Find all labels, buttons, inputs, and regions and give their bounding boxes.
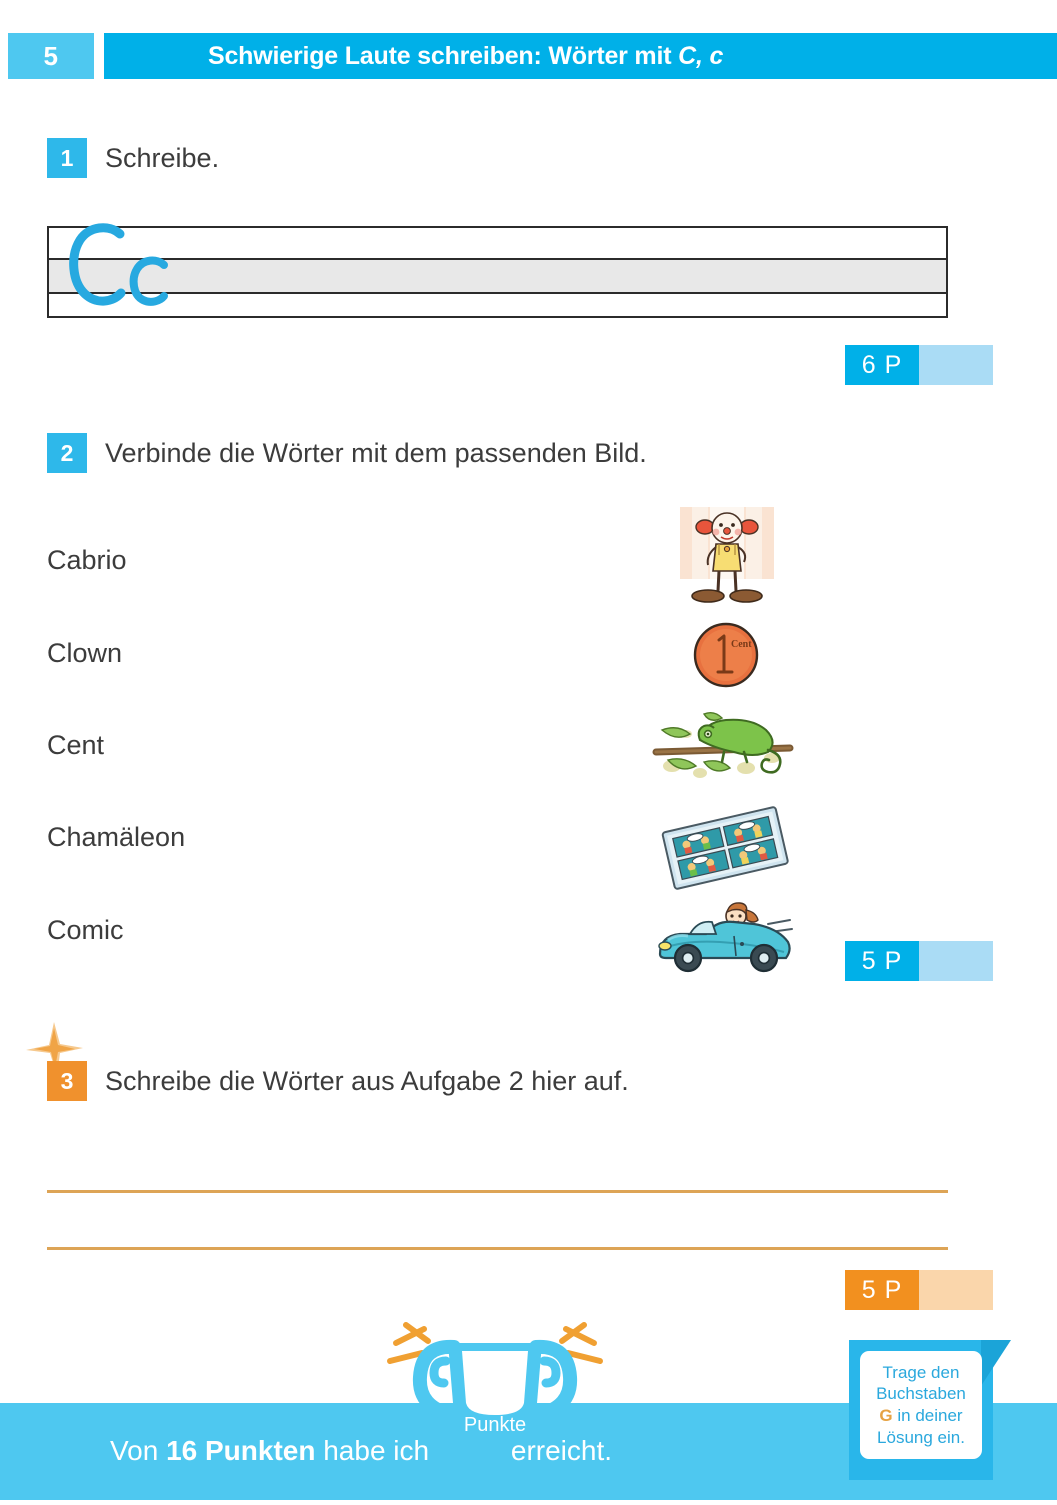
answer-line-2[interactable]: [47, 1247, 948, 1250]
hint-line-4: Lösung ein.: [877, 1427, 965, 1447]
page-title-letters: C, c: [678, 41, 724, 70]
task-2-instruction: Verbinde die Wörter mit dem passenden Bi…: [105, 437, 647, 468]
comic-book-picture[interactable]: [655, 805, 795, 895]
writing-guide-box[interactable]: [47, 223, 948, 318]
task-2-header: 2 Verbinde die Wörter mit dem passenden …: [47, 433, 647, 473]
task-2-points-value: 5 P: [845, 941, 919, 981]
task-3-points-blank[interactable]: [919, 1270, 993, 1310]
task-3-number-badge: 3: [47, 1061, 87, 1101]
hint-note: Trage den Buchstaben G in deiner Lösung …: [849, 1340, 1011, 1480]
task-1-header: 1 Schreibe.: [47, 138, 219, 178]
header-title-bar: Schwierige Laute schreiben: Wörter mit C…: [104, 33, 1057, 79]
task-2-points-badge: 5 P: [845, 941, 993, 981]
page-title: Schwierige Laute schreiben: Wörter mit C…: [104, 42, 723, 71]
word-item-cent[interactable]: Cent: [47, 730, 104, 761]
task-3-points-badge: 5 P: [845, 1270, 993, 1310]
hint-solution-letter: G: [879, 1406, 893, 1425]
trophy-label-text: Punkte: [464, 1414, 526, 1436]
page-header: 5 Schwierige Laute schreiben: Wörter mit…: [0, 33, 1057, 79]
word-item-clown[interactable]: Clown: [47, 638, 122, 669]
task-1-points-value: 6 P: [845, 345, 919, 385]
task-3-instruction: Schreibe die Wörter aus Aufgabe 2 hier a…: [105, 1065, 629, 1096]
task-1-number-badge: 1: [47, 138, 87, 178]
hint-line-3: in deiner: [892, 1406, 963, 1425]
hint-line-1: Trage den: [882, 1362, 960, 1382]
hint-line-2: Buchstaben: [876, 1384, 966, 1404]
hint-note-fold-corner: [981, 1340, 1011, 1386]
cabrio-car-picture[interactable]: [650, 890, 798, 985]
word-item-cabrio[interactable]: Cabrio: [47, 545, 127, 576]
task-1-points-badge: 6 P: [845, 345, 993, 385]
svg-text:Cent: Cent: [731, 639, 752, 650]
task-3-header: 3 Schreibe die Wörter aus Aufgabe 2 hier…: [47, 1061, 629, 1101]
task-2-number-badge: 2: [47, 433, 87, 473]
trophy-icon: Punkte: [376, 1311, 614, 1503]
footer-text-before: Von: [110, 1435, 167, 1466]
answer-line-1[interactable]: [47, 1190, 948, 1193]
task-1-instruction: Schreibe.: [105, 142, 220, 173]
task-1-points-blank[interactable]: [919, 345, 993, 385]
footer-total-points: 16 Punkten: [166, 1435, 316, 1466]
word-item-chamaeleon[interactable]: Chamäleon: [47, 822, 185, 853]
task-3-points-value: 5 P: [845, 1270, 919, 1310]
trace-letters-Cc: [63, 220, 193, 316]
page-number-badge: 5: [8, 33, 94, 79]
page-title-prefix: Schwierige Laute schreiben: Wörter mit: [208, 41, 679, 70]
footer-text-middle: habe ich: [315, 1435, 437, 1466]
clown-picture[interactable]: [672, 505, 782, 615]
word-item-comic[interactable]: Comic: [47, 915, 124, 946]
footer-score-text: Von 16 Punkten habe ich erreicht.: [110, 1435, 612, 1467]
cent-coin-picture[interactable]: Cent: [690, 620, 762, 695]
footer-text-after: erreicht.: [510, 1435, 613, 1466]
task-2-points-blank[interactable]: [919, 941, 993, 981]
hint-note-text: Trage den Buchstaben G in deiner Lösung …: [860, 1351, 982, 1459]
chameleon-picture[interactable]: [648, 700, 798, 795]
